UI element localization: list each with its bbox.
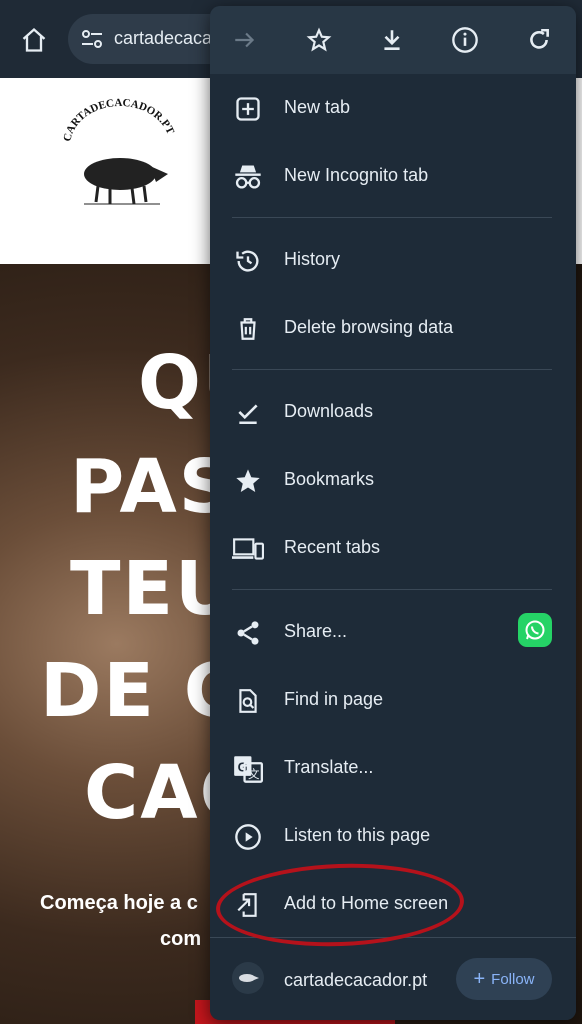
reload-button[interactable] bbox=[522, 23, 556, 57]
menu-item-label: Downloads bbox=[284, 401, 374, 421]
forward-icon bbox=[235, 32, 255, 48]
menu-item-label: Find in page bbox=[284, 689, 384, 709]
star-icon bbox=[306, 27, 332, 52]
menu-item-label: New Incognito tab bbox=[284, 165, 429, 185]
menu-item-label: Delete browsing data bbox=[284, 317, 454, 337]
menu-divider bbox=[232, 369, 552, 370]
reload-icon bbox=[530, 28, 549, 49]
menu-item-listen-to-page[interactable]: Listen to this page bbox=[210, 806, 576, 866]
page-info-button[interactable] bbox=[448, 23, 482, 57]
incognito-icon bbox=[232, 161, 264, 193]
menu-toolbar bbox=[210, 6, 576, 74]
menu-item-label: Share... bbox=[284, 621, 348, 641]
history-icon bbox=[232, 245, 264, 277]
download-page-button[interactable] bbox=[375, 23, 409, 57]
menu-item-label: Translate... bbox=[284, 757, 374, 777]
site-name: cartadecacador.pt bbox=[284, 970, 428, 990]
follow-button[interactable]: + Follow bbox=[456, 958, 552, 1000]
translate-icon: G文 bbox=[232, 753, 264, 785]
trash-icon bbox=[232, 313, 264, 345]
menu-item-delete-browsing-data[interactable]: Delete browsing data bbox=[210, 298, 576, 358]
site-settings-icon[interactable] bbox=[80, 28, 104, 50]
menu-item-recent-tabs[interactable]: Recent tabs bbox=[210, 518, 576, 578]
forward-button[interactable] bbox=[228, 23, 262, 57]
home-button[interactable] bbox=[14, 20, 54, 60]
menu-item-label: Recent tabs bbox=[284, 537, 381, 557]
info-icon bbox=[452, 27, 478, 53]
menu-item-history[interactable]: History bbox=[210, 230, 576, 290]
menu-item-label: New tab bbox=[284, 97, 351, 117]
bookmark-star-icon bbox=[232, 465, 264, 497]
new-tab-icon bbox=[232, 93, 264, 125]
whatsapp-icon[interactable] bbox=[518, 613, 552, 647]
menu-item-label: Bookmarks bbox=[284, 469, 375, 489]
devices-icon bbox=[232, 533, 264, 565]
menu-item-label: Listen to this page bbox=[284, 825, 431, 845]
download-icon bbox=[384, 30, 400, 50]
hero-subtitle: Começa hoje a c bbox=[40, 892, 198, 914]
menu-item-new-incognito-tab[interactable]: New Incognito tab bbox=[210, 146, 576, 206]
site-follow-row: cartadecacador.pt + Follow bbox=[210, 938, 576, 1020]
share-icon bbox=[232, 617, 264, 649]
find-icon bbox=[232, 685, 264, 717]
svg-text:文: 文 bbox=[248, 767, 260, 781]
home-icon bbox=[22, 27, 46, 52]
menu-item-translate[interactable]: G文 Translate... bbox=[210, 738, 576, 798]
play-circle-icon bbox=[232, 821, 264, 853]
site-logo[interactable]: CARTADECACADOR.PT bbox=[60, 96, 180, 214]
bookmark-button[interactable] bbox=[302, 23, 336, 57]
menu-item-bookmarks[interactable]: Bookmarks bbox=[210, 450, 576, 510]
site-favicon-icon bbox=[232, 962, 264, 994]
menu-item-label: History bbox=[284, 249, 341, 269]
hero-subtitle: com bbox=[160, 928, 202, 950]
downloads-icon bbox=[232, 397, 264, 429]
follow-label: Follow bbox=[491, 970, 535, 988]
menu-divider bbox=[232, 217, 552, 218]
menu-divider bbox=[232, 589, 552, 590]
menu-item-downloads[interactable]: Downloads bbox=[210, 382, 576, 442]
plus-icon: + bbox=[473, 968, 486, 990]
menu-item-find-in-page[interactable]: Find in page bbox=[210, 670, 576, 730]
menu-item-new-tab[interactable]: New tab bbox=[210, 78, 576, 138]
svg-text:CARTADECACADOR.PT: CARTADECACADOR.PT bbox=[61, 97, 176, 143]
